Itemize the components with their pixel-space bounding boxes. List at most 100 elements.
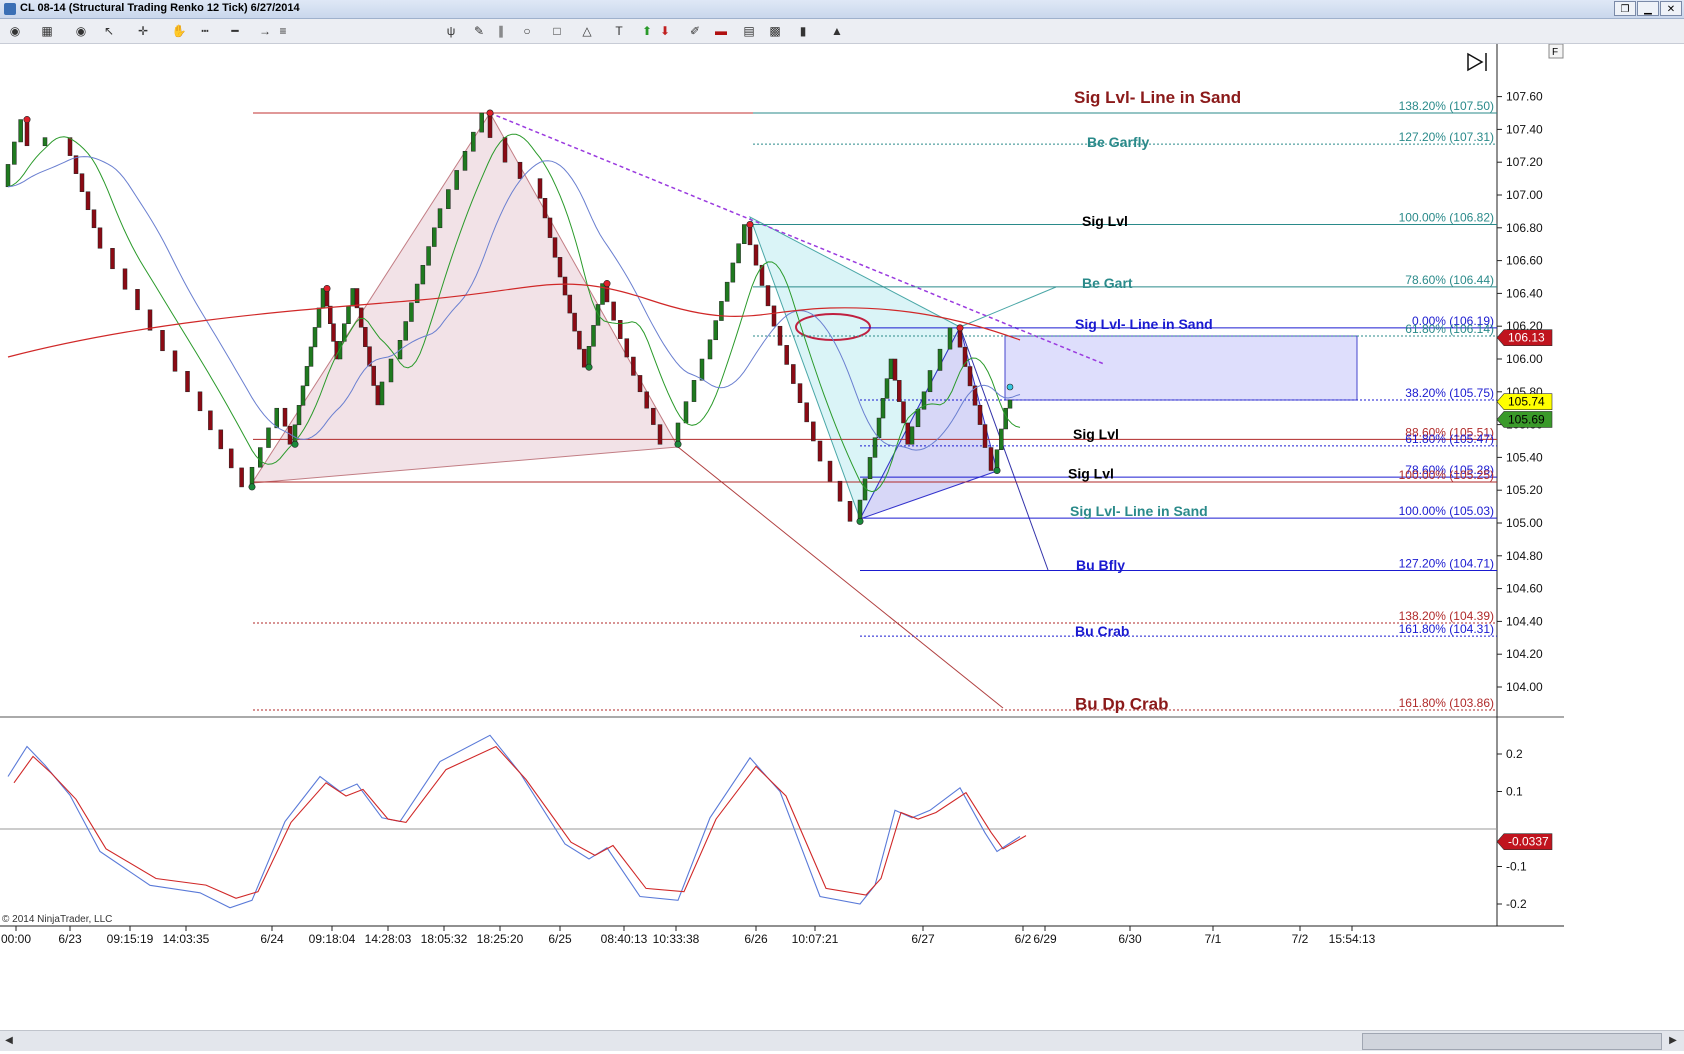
strategy-icon[interactable]: ▲ (828, 22, 846, 40)
renko-brick (471, 131, 476, 152)
renko-brick (771, 305, 777, 327)
renko-brick (742, 224, 747, 244)
arrow-line-icon[interactable]: → (256, 22, 274, 40)
level-annotation: Sig Lvl- Line in Sand (1070, 503, 1208, 519)
renko-brick (581, 348, 587, 368)
price-tick-label: 106.60 (1506, 254, 1543, 268)
horizontal-scrollbar[interactable]: ◀ ▶ (0, 1030, 1684, 1051)
renko-brick (577, 330, 582, 350)
pivot-dot (746, 221, 754, 229)
renko-brick (296, 405, 302, 426)
bars-icon[interactable]: ▮ (794, 22, 812, 40)
eye-icon[interactable]: ◉ (72, 22, 90, 40)
renko-brick (517, 161, 523, 179)
time-tick-label: 6/2 (1015, 932, 1032, 946)
renko-brick (867, 457, 873, 479)
price-tick-label: 104.60 (1506, 582, 1543, 596)
record-icon[interactable]: ▬ (712, 22, 730, 40)
osc-value-label: -0.0337 (1508, 835, 1549, 849)
renko-brick (420, 265, 426, 285)
renko-brick (892, 358, 898, 381)
renko-brick (999, 428, 1004, 450)
renko-brick (784, 345, 789, 365)
renko-brick (562, 276, 568, 296)
level-annotation: Bu Bfly (1076, 557, 1125, 573)
arrow-up-icon[interactable]: ⬆ (638, 22, 656, 40)
level-annotation: Be Gart (1082, 275, 1133, 291)
renko-brick (947, 327, 953, 350)
renko-brick (897, 380, 902, 402)
level-annotation: Bu Crab (1075, 623, 1129, 639)
pivot-dot (674, 440, 682, 448)
pen-icon[interactable]: ✐ (686, 22, 704, 40)
pitchfork-icon[interactable]: ψ (442, 22, 460, 40)
renko-brick (572, 312, 577, 332)
renko-brick (363, 327, 368, 347)
renko-brick (1007, 399, 1013, 409)
pointer-icon[interactable]: ↖ (100, 22, 118, 40)
pencil-icon[interactable]: ✎ (470, 22, 488, 40)
renko-brick (691, 380, 697, 402)
chart-trader-icon[interactable]: ▩ (766, 22, 784, 40)
fib-level-label: 100.00% (105.25) (1399, 468, 1494, 482)
renko-brick (967, 366, 973, 387)
eye-icon[interactable]: ◉ (6, 22, 24, 40)
renko-brick (817, 440, 823, 462)
line-style-icon[interactable]: ┅ (196, 22, 214, 40)
triangle-icon[interactable]: △ (578, 22, 596, 40)
renko-brick (197, 391, 203, 412)
scroll-left-icon[interactable]: ◀ (2, 1033, 16, 1048)
renko-brick (375, 385, 381, 406)
renko-brick (988, 447, 994, 471)
close-icon[interactable]: ✕ (1660, 1, 1682, 16)
renko-brick (147, 309, 153, 331)
pivot-dot (248, 483, 256, 491)
renko-brick (312, 327, 318, 348)
renko-brick (97, 227, 103, 249)
renko-brick (537, 178, 543, 199)
renko-brick (699, 358, 705, 381)
fib-icon[interactable]: ≡ (274, 22, 292, 40)
ellipse-icon[interactable]: ○ (518, 22, 536, 40)
text-icon[interactable]: T (610, 22, 628, 40)
renko-brick (730, 262, 736, 283)
renko-brick (228, 448, 234, 469)
chart-toolbar: ◉ ▦ ◉ ↖ ✛ ✋ ┅ ━ → ≡ ψ ✎ ∥ ○ □ △ T ⬆ ⬇ ✐ ▬ ▤ ▩ ▮ ▲ (0, 19, 1684, 44)
bar-type-icon[interactable]: ▦ (38, 22, 56, 40)
line-width-icon[interactable]: ━ (226, 22, 244, 40)
parallel-lines-icon[interactable]: ∥ (492, 22, 510, 40)
renko-brick (884, 378, 890, 399)
renko-brick (777, 325, 783, 346)
restore-icon[interactable]: ❐ (1614, 1, 1636, 16)
play-end-icon (1467, 52, 1484, 72)
renko-brick (437, 208, 443, 229)
time-tick-label: 6/24 (260, 932, 284, 946)
renko-brick (462, 151, 468, 171)
data-box-icon[interactable]: ▤ (740, 22, 758, 40)
renko-brick (42, 137, 48, 147)
renko-brick (557, 257, 563, 278)
price-tick-label: 106.00 (1506, 352, 1543, 366)
renko-brick (547, 217, 553, 238)
renko-brick (316, 307, 322, 328)
time-tick-label: 7/2 (1292, 932, 1309, 946)
renko-brick (651, 407, 656, 425)
hand-icon[interactable]: ✋ (170, 22, 188, 40)
pivot-dot (603, 280, 611, 288)
crosshair-icon[interactable]: ✛ (134, 22, 152, 40)
renko-brick (358, 307, 364, 328)
time-tick-label: 15:54:13 (1329, 932, 1376, 946)
osc-line-red (13, 745, 1027, 899)
arrow-down-icon[interactable]: ⬇ (656, 22, 674, 40)
projection-line-teal (959, 286, 1057, 328)
renko-brick (304, 366, 310, 387)
scrollbar-thumb[interactable] (1362, 1033, 1662, 1050)
minimize-icon[interactable]: ▁ (1637, 1, 1659, 16)
renko-brick (122, 268, 128, 290)
scroll-right-icon[interactable]: ▶ (1666, 1033, 1680, 1048)
price-tick-label: 104.00 (1506, 680, 1543, 694)
rectangle-icon[interactable]: □ (548, 22, 566, 40)
price-tick-label: 105.40 (1506, 450, 1543, 464)
price-marker-label: 106.13 (1508, 331, 1545, 345)
price-chart[interactable]: F 138.20% (107.50) 127.20% (107.31) 100.00%… (0, 44, 1684, 1030)
